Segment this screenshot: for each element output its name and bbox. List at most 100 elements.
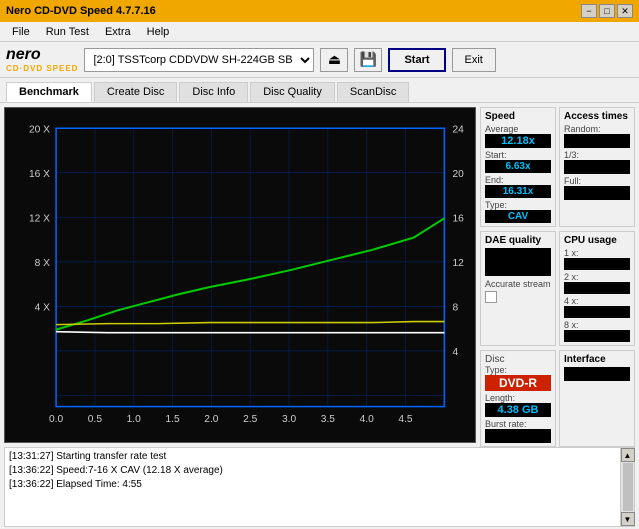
svg-text:3.5: 3.5 (321, 414, 336, 425)
average-value: 12.18x (485, 134, 551, 148)
disc-type-label: Disc (485, 354, 551, 365)
disc-length-label: Length: (485, 393, 551, 403)
app-title: Nero CD-DVD Speed 4.7.7.16 (6, 5, 156, 17)
svg-text:8 X: 8 X (35, 258, 51, 269)
nero-text: nero (6, 46, 41, 64)
svg-text:12 X: 12 X (29, 213, 50, 224)
disc-interface-row: Disc Type: DVD-R Length: 4.38 GB Burst r… (480, 350, 635, 447)
svg-text:8: 8 (453, 302, 459, 313)
tab-benchmark[interactable]: Benchmark (6, 82, 92, 102)
one-third-label: 1/3: (564, 150, 630, 160)
title-controls: − □ ✕ (581, 4, 633, 18)
end-value: 16.31x (485, 185, 551, 198)
svg-text:4: 4 (453, 347, 459, 358)
close-button[interactable]: ✕ (617, 4, 633, 18)
start-label: Start: (485, 150, 551, 160)
svg-text:24: 24 (453, 124, 465, 135)
menu-bar: File Run Test Extra Help (0, 22, 639, 42)
burst-rate-label: Burst rate: (485, 419, 551, 429)
tab-disc-quality[interactable]: Disc Quality (250, 82, 335, 102)
cd-dvd-text: CD·DVD SPEED (6, 64, 78, 73)
maximize-button[interactable]: □ (599, 4, 615, 18)
scroll-down-arrow[interactable]: ▼ (621, 512, 635, 526)
cpu-title: CPU usage (564, 235, 630, 246)
cpu-2x-label: 2 x: (564, 272, 630, 282)
cpu-section: CPU usage 1 x: 2 x: 4 x: 8 x: (559, 231, 635, 346)
start-value: 6.63x (485, 160, 551, 173)
burst-rate-box (485, 429, 551, 443)
access-times-section: Access times Random: 1/3: Full: (559, 107, 635, 227)
interface-box (564, 367, 630, 381)
tab-scan-disc[interactable]: ScanDisc (337, 82, 409, 102)
start-button[interactable]: Start (388, 48, 445, 72)
disc-section: Disc Type: DVD-R Length: 4.38 GB Burst r… (480, 350, 556, 447)
cpu-8x-box (564, 330, 630, 342)
title-bar: Nero CD-DVD Speed 4.7.7.16 − □ ✕ (0, 0, 639, 22)
speed-section: Speed Average 12.18x Start: 6.63x End: 1… (480, 107, 556, 227)
disc-length-value: 4.38 GB (485, 403, 551, 417)
tab-disc-info[interactable]: Disc Info (179, 82, 248, 102)
end-label: End: (485, 175, 551, 185)
svg-text:0.0: 0.0 (49, 414, 64, 425)
log-line-1: [13:31:27] Starting transfer rate test (9, 450, 616, 464)
interface-label: Interface (564, 354, 630, 365)
minimize-button[interactable]: − (581, 4, 597, 18)
svg-text:1.5: 1.5 (165, 414, 180, 425)
one-third-value-box (564, 160, 630, 174)
svg-text:16 X: 16 X (29, 169, 50, 180)
tab-create-disc[interactable]: Create Disc (94, 82, 177, 102)
right-panel: Speed Average 12.18x Start: 6.63x End: 1… (480, 107, 635, 443)
svg-text:0.5: 0.5 (88, 414, 103, 425)
save-icon-button[interactable]: 💾 (354, 48, 382, 72)
dae-cpu-row: DAE quality Accurate stream CPU usage 1 … (480, 231, 635, 346)
type-value: CAV (485, 210, 551, 223)
scroll-up-arrow[interactable]: ▲ (621, 448, 635, 462)
svg-text:4 X: 4 X (35, 302, 51, 313)
tab-bar: Benchmark Create Disc Disc Info Disc Qua… (0, 78, 639, 103)
menu-help[interactable]: Help (139, 24, 178, 40)
cpu-8x-label: 8 x: (564, 320, 630, 330)
benchmark-chart: 20 X 16 X 12 X 8 X 4 X 24 20 16 12 8 4 0… (5, 108, 475, 442)
dae-quality-bar (485, 248, 551, 276)
cpu-4x-box (564, 306, 630, 318)
random-label: Random: (564, 124, 630, 134)
log-line-3: [13:36:22] Elapsed Time: 4:55 (9, 478, 616, 492)
svg-text:20 X: 20 X (29, 124, 50, 135)
svg-text:1.0: 1.0 (127, 414, 142, 425)
svg-text:12: 12 (453, 258, 465, 269)
svg-text:4.0: 4.0 (360, 414, 375, 425)
toolbar: nero CD·DVD SPEED [2:0] TSSTcorp CDDVDW … (0, 42, 639, 78)
menu-run-test[interactable]: Run Test (38, 24, 97, 40)
log-area: [13:31:27] Starting transfer rate test [… (4, 447, 635, 527)
scroll-thumb[interactable] (623, 463, 633, 511)
svg-text:3.0: 3.0 (282, 414, 297, 425)
cpu-1x-label: 1 x: (564, 248, 630, 258)
cpu-2x-box (564, 282, 630, 294)
menu-extra[interactable]: Extra (97, 24, 139, 40)
svg-text:2.0: 2.0 (204, 414, 219, 425)
menu-file[interactable]: File (4, 24, 38, 40)
accurate-stream-checkbox[interactable] (485, 291, 497, 303)
drive-selector[interactable]: [2:0] TSSTcorp CDDVDW SH-224GB SB00 (84, 48, 314, 72)
cpu-1x-box (564, 258, 630, 270)
accurate-stream-label: Accurate stream (485, 279, 551, 289)
accurate-stream-checkbox-row (485, 291, 551, 303)
svg-text:20: 20 (453, 169, 465, 180)
eject-icon-button[interactable]: ⏏ (320, 48, 348, 72)
dae-section: DAE quality Accurate stream (480, 231, 556, 346)
speed-access-row: Speed Average 12.18x Start: 6.63x End: 1… (480, 107, 635, 227)
svg-text:4.5: 4.5 (398, 414, 413, 425)
exit-button[interactable]: Exit (452, 48, 496, 72)
speed-title: Speed (485, 111, 551, 122)
log-scrollbar[interactable]: ▲ ▼ (620, 448, 634, 526)
random-value-box (564, 134, 630, 148)
access-times-title: Access times (564, 111, 630, 122)
main-content: 20 X 16 X 12 X 8 X 4 X 24 20 16 12 8 4 0… (0, 103, 639, 443)
log-content: [13:31:27] Starting transfer rate test [… (5, 448, 620, 526)
disc-type-sub: Type: (485, 365, 551, 375)
full-label: Full: (564, 176, 630, 186)
title-bar-left: Nero CD-DVD Speed 4.7.7.16 (6, 5, 156, 17)
svg-text:16: 16 (453, 213, 465, 224)
log-line-2: [13:36:22] Speed:7-16 X CAV (12.18 X ave… (9, 464, 616, 478)
nero-logo: nero CD·DVD SPEED (6, 46, 78, 73)
